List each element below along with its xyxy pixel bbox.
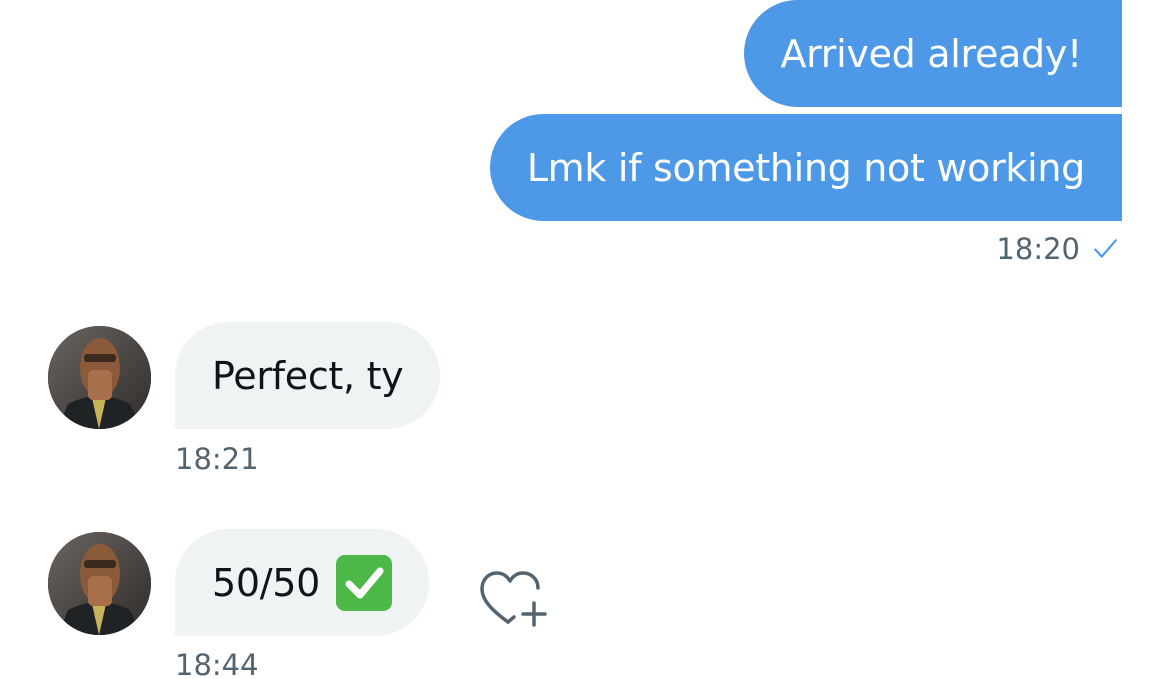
incoming-message-meta: 18:21 bbox=[175, 442, 259, 476]
incoming-message-bubble[interactable]: Perfect, ty bbox=[175, 322, 441, 429]
message-timestamp: 18:20 bbox=[996, 232, 1080, 266]
message-timestamp: 18:21 bbox=[175, 442, 259, 476]
user-avatar[interactable] bbox=[48, 326, 151, 429]
user-avatar[interactable] bbox=[48, 532, 151, 635]
message-timestamp: 18:44 bbox=[175, 648, 259, 679]
sent-check-icon bbox=[1094, 239, 1117, 258]
message-text: Lmk if something not working bbox=[526, 145, 1085, 190]
message-text: 50/50 bbox=[212, 560, 321, 605]
incoming-message-bubble[interactable]: 50/50 bbox=[175, 529, 430, 636]
outgoing-message-bubble[interactable]: Lmk if something not working bbox=[489, 114, 1122, 221]
avatar-image bbox=[48, 532, 151, 635]
message-text: Arrived already! bbox=[780, 31, 1082, 76]
incoming-message-meta: 18:44 bbox=[175, 648, 259, 679]
dm-conversation: Arrived already! Lmk if something not wo… bbox=[0, 0, 1170, 679]
outgoing-message-bubble[interactable]: Arrived already! bbox=[744, 0, 1122, 107]
avatar-image bbox=[48, 326, 151, 429]
message-text: Perfect, ty bbox=[212, 353, 404, 398]
check-mark-button-emoji bbox=[336, 554, 393, 611]
outgoing-message-meta: 18:20 bbox=[996, 232, 1118, 266]
heart-plus-icon[interactable] bbox=[478, 567, 550, 629]
